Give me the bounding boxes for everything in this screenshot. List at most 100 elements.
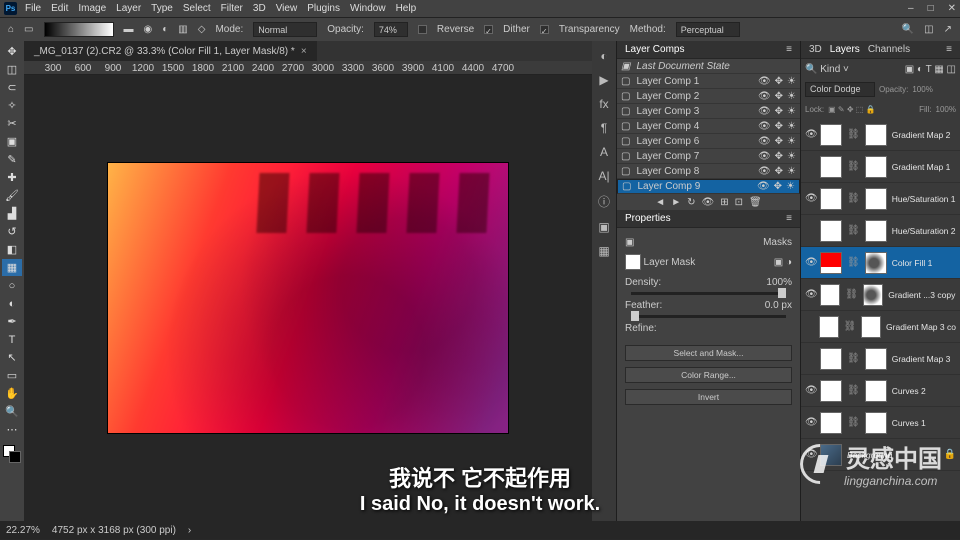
layer-comp-last-state[interactable]: ▣Last Document State (617, 59, 800, 74)
reverse-checkbox[interactable] (418, 25, 427, 34)
density-value[interactable]: 100% (766, 277, 792, 288)
method-select[interactable]: Perceptual (676, 22, 740, 37)
canvas[interactable] (24, 75, 592, 521)
zoom-tool[interactable]: 🔍 (2, 403, 22, 420)
panel-menu-icon[interactable]: ≡ (786, 44, 792, 55)
tab-layers[interactable]: Layers (830, 44, 860, 55)
swatches-icon[interactable]: ▦ (598, 244, 609, 258)
tab-channels[interactable]: Channels (868, 44, 910, 55)
invert-button[interactable]: Invert (625, 389, 792, 405)
feather-value[interactable]: 0.0 px (765, 300, 792, 311)
pen-tool[interactable]: ✒ (2, 313, 22, 330)
lc-vis[interactable]: 👁 (702, 197, 715, 208)
layer-comp-row[interactable]: ▢Layer Comp 6👁✥☀ (617, 134, 800, 149)
menu-3d[interactable]: 3D (253, 3, 266, 14)
frame-tool[interactable]: ▣ (2, 133, 22, 150)
layer-row[interactable]: 👁⛓Color Fill 1 (801, 247, 960, 279)
lc-next[interactable]: ► (671, 197, 681, 208)
share-icon[interactable]: ↗ (944, 24, 952, 35)
window-minimize[interactable]: – (908, 3, 914, 14)
lc-del[interactable]: 🗑 (749, 197, 762, 208)
type-tool[interactable]: T (2, 331, 22, 348)
search-icon[interactable]: 🔍 (902, 24, 914, 35)
panel-menu-icon[interactable]: ≡ (946, 44, 952, 55)
layer-comp-row[interactable]: ▢Layer Comp 4👁✥☀ (617, 119, 800, 134)
heal-tool[interactable]: ✚ (2, 169, 22, 186)
color-swatches[interactable] (3, 445, 21, 463)
filter-icons[interactable]: ▣ ◐ T ▦ ◫ (905, 64, 956, 75)
layer-comp-row[interactable]: ▢Layer Comp 7👁✥☀ (617, 149, 800, 164)
menu-view[interactable]: View (276, 3, 298, 14)
density-slider[interactable] (631, 292, 786, 295)
home-icon[interactable]: ⌂ (8, 24, 14, 35)
styles-icon[interactable]: fx (599, 97, 608, 111)
menu-plugins[interactable]: Plugins (307, 3, 340, 14)
menu-items[interactable]: File Edit Image Layer Type Select Filter… (25, 3, 416, 14)
lock-icons[interactable]: ▣ ✎ ✥ ⬚ 🔒 (828, 105, 875, 114)
marquee-tool[interactable]: ◫ (2, 61, 22, 78)
layer-row[interactable]: 👁Background🔒 (801, 439, 960, 471)
gradient-type-angle[interactable]: ◐ (162, 24, 168, 35)
filter-kind[interactable]: 🔍 Kind ˅ (805, 64, 849, 75)
dither-checkbox[interactable] (484, 25, 493, 34)
layer-row[interactable]: ⛓Gradient Map 3 (801, 343, 960, 375)
lc-prev[interactable]: ◄ (655, 197, 665, 208)
select-and-mask-button[interactable]: Select and Mask... (625, 345, 792, 361)
layer-row[interactable]: 👁⛓Curves 1 (801, 407, 960, 439)
gradient-type-reflected[interactable]: ▥ (178, 24, 187, 35)
layer-row[interactable]: 👁⛓Gradient Map 2 (801, 119, 960, 151)
menu-filter[interactable]: Filter (221, 3, 243, 14)
character-icon[interactable]: A (600, 145, 608, 159)
color-range-button[interactable]: Color Range... (625, 367, 792, 383)
layer-row[interactable]: 👁⛓Hue/Saturation 1 (801, 183, 960, 215)
adjustments-icon[interactable]: ◐ (600, 49, 607, 63)
paragraph-icon[interactable]: ¶ (601, 121, 607, 135)
layer-mask-thumb[interactable] (625, 254, 641, 270)
gradient-preset[interactable] (44, 22, 114, 37)
blend-mode-select[interactable]: Normal (253, 22, 317, 37)
eyedropper-tool[interactable]: ✎ (2, 151, 22, 168)
lc-pos[interactable]: ⊞ (720, 197, 728, 208)
panel-menu-icon[interactable]: ≡ (786, 213, 792, 224)
lasso-tool[interactable]: ⊂ (2, 79, 22, 96)
play-icon[interactable]: ▶ (599, 73, 608, 87)
menu-window[interactable]: Window (350, 3, 386, 14)
status-chevron-icon[interactable]: › (188, 525, 191, 536)
menu-layer[interactable]: Layer (116, 3, 141, 14)
layer-row[interactable]: ⛓Gradient Map 1 (801, 151, 960, 183)
layer-row[interactable]: 👁⛓Gradient ...3 copy 2 (801, 279, 960, 311)
hand-tool[interactable]: ✋ (2, 385, 22, 402)
info-icon[interactable]: ⓘ (598, 193, 610, 210)
menu-image[interactable]: Image (78, 3, 106, 14)
lc-new[interactable]: ⊡ (735, 197, 743, 208)
layer-row[interactable]: ⛓Gradient Map 3 copy (801, 311, 960, 343)
opacity-value[interactable]: 100% (912, 85, 932, 94)
layer-comp-row[interactable]: ▢Layer Comp 2👁✥☀ (617, 89, 800, 104)
tab-3d[interactable]: 3D (809, 44, 822, 55)
menu-select[interactable]: Select (183, 3, 211, 14)
blur-tool[interactable]: ○ (2, 277, 22, 294)
menu-help[interactable]: Help (396, 3, 417, 14)
window-maximize[interactable]: □ (928, 3, 934, 14)
clone-icon[interactable]: ▣ (598, 220, 609, 234)
feather-slider[interactable] (631, 315, 786, 318)
add-mask-icon[interactable]: ▣ ◑ (774, 257, 792, 268)
layer-comp-row[interactable]: ▢Layer Comp 8👁✥☀ (617, 164, 800, 179)
window-close[interactable]: ✕ (948, 3, 956, 14)
transparency-checkbox[interactable] (540, 25, 549, 34)
blend-select[interactable]: Color Dodge (805, 82, 875, 97)
glyphs-icon[interactable]: A| (598, 169, 609, 183)
layer-row[interactable]: ⛓Hue/Saturation 2 (801, 215, 960, 247)
layer-comp-row[interactable]: ▢Layer Comp 3👁✥☀ (617, 104, 800, 119)
brush-tool[interactable]: 🖌 (2, 187, 22, 204)
layer-row[interactable]: 👁⛓Curves 2 (801, 375, 960, 407)
gradient-tool[interactable]: ▦ (2, 259, 22, 276)
fill-value[interactable]: 100% (936, 105, 956, 114)
gradient-type-diamond[interactable]: ◇ (198, 24, 206, 35)
layer-comp-row[interactable]: ▢Layer Comp 1👁✥☀ (617, 74, 800, 89)
wand-tool[interactable]: ✧ (2, 97, 22, 114)
menu-file[interactable]: File (25, 3, 41, 14)
zoom-level[interactable]: 22.27% (6, 525, 40, 536)
gradient-type-radial[interactable]: ◉ (144, 24, 153, 35)
stamp-tool[interactable]: ▟ (2, 205, 22, 222)
